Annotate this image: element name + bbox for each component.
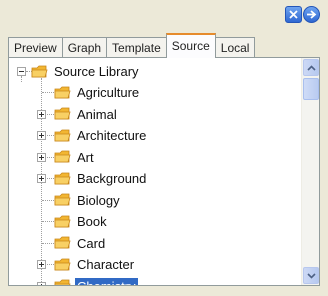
folder-icon xyxy=(31,65,48,77)
tree-item-row[interactable]: Animal xyxy=(9,104,119,125)
tree-item-row[interactable]: Book xyxy=(9,211,109,232)
tab-preview[interactable]: Preview xyxy=(8,37,63,58)
close-panel-button[interactable] xyxy=(285,6,302,23)
folder-icon xyxy=(54,107,71,120)
tree-item-label: Art xyxy=(77,149,94,165)
plus-expander-icon[interactable] xyxy=(37,109,46,119)
folder-icon xyxy=(54,279,71,285)
tab-source[interactable]: Source xyxy=(165,33,216,58)
scroll-down-button[interactable] xyxy=(303,267,319,284)
tree-item-row[interactable]: Architecture xyxy=(9,125,148,146)
plus-expander-icon[interactable] xyxy=(37,281,46,285)
tree-item-label: Biology xyxy=(77,192,120,208)
folder-icon xyxy=(54,236,71,249)
arrow-right-icon xyxy=(307,10,317,19)
tab-label: Graph xyxy=(67,41,102,55)
folder-icon xyxy=(54,150,71,163)
tree-item-label: Chemistry xyxy=(75,277,138,285)
chevron-down-icon xyxy=(306,272,316,279)
plus-expander-icon[interactable] xyxy=(37,260,46,269)
tree-item-row[interactable]: Card xyxy=(9,233,107,254)
tree-view: Source Library Agriculture Animal Architec… xyxy=(9,58,301,285)
tree-item-label: Animal xyxy=(77,106,117,122)
next-panel-button[interactable] xyxy=(303,6,320,23)
folder-icon xyxy=(54,86,71,98)
tree-item-label: Book xyxy=(77,214,107,229)
tree-root-label: Source Library xyxy=(54,64,139,79)
folder-icon xyxy=(54,215,71,227)
tree-item-row[interactable]: Character xyxy=(9,254,136,275)
tab-label: Local xyxy=(220,41,250,55)
tree-root-row[interactable]: Source Library xyxy=(9,61,141,82)
tab-template[interactable]: Template xyxy=(106,37,167,58)
folder-icon xyxy=(54,258,71,270)
plus-expander-icon[interactable] xyxy=(37,152,46,162)
tab-label: Preview xyxy=(14,41,57,55)
scroll-up-button[interactable] xyxy=(303,59,319,76)
folder-icon xyxy=(54,129,71,141)
tab-graph[interactable]: Graph xyxy=(61,37,108,58)
tree-item-label: Character xyxy=(77,257,135,272)
folder-icon xyxy=(54,193,71,206)
minus-expander-icon[interactable] xyxy=(17,67,26,76)
tree-item-label: Background xyxy=(77,171,147,186)
tree-item-row[interactable]: Biology xyxy=(9,190,122,211)
folder-icon xyxy=(54,172,71,184)
tab-local[interactable]: Local xyxy=(214,37,256,58)
tree-item-row[interactable]: Background xyxy=(9,168,148,189)
tree-item-label: Agriculture xyxy=(77,85,140,100)
tab-label: Template xyxy=(112,41,161,55)
tab-strip: Preview Graph Template Source Local xyxy=(8,30,256,58)
tree-item-row[interactable]: Agriculture xyxy=(9,82,141,103)
chevron-up-icon xyxy=(306,64,316,71)
tree-item-label: Card xyxy=(77,235,106,251)
tab-label: Source xyxy=(171,38,210,53)
plus-expander-icon[interactable] xyxy=(37,131,46,140)
close-icon xyxy=(289,10,298,19)
vertical-scrollbar[interactable] xyxy=(301,58,319,285)
scroll-thumb[interactable] xyxy=(303,78,319,100)
plus-expander-icon[interactable] xyxy=(37,174,46,183)
tree-item-row[interactable]: Chemistry xyxy=(9,276,138,285)
source-library-tree[interactable]: Source Library Agriculture Animal Architec… xyxy=(8,57,320,286)
tree-item-row[interactable]: Art xyxy=(9,147,96,168)
panel-title-buttons xyxy=(285,6,320,23)
tree-item-label: Architecture xyxy=(77,128,147,143)
